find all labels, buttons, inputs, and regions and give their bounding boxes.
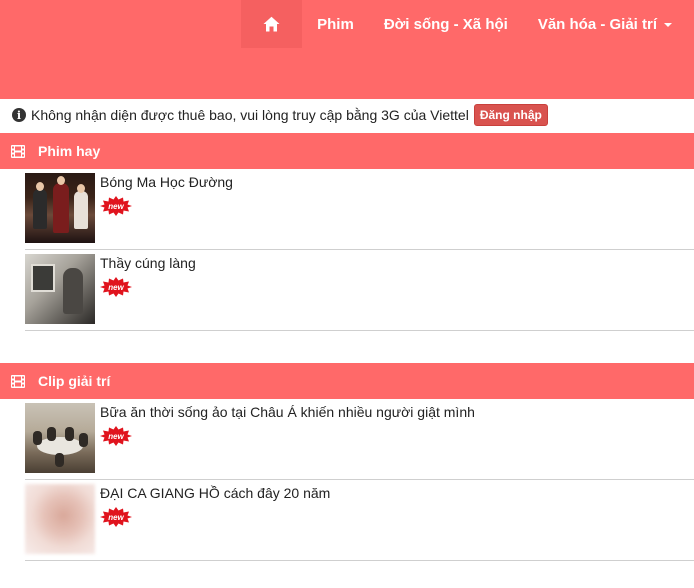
home-icon bbox=[263, 16, 280, 32]
nav-item-doi-song-xa-hoi[interactable]: Đời sống - Xã hội bbox=[369, 0, 523, 48]
nav-item-label: Văn hóa - Giải trí bbox=[537, 15, 657, 33]
section-title: Clip giải trí bbox=[38, 373, 111, 389]
nav-item-label: Phim bbox=[317, 15, 354, 33]
video-thumbnail[interactable] bbox=[25, 403, 95, 473]
badge-label: new bbox=[108, 202, 124, 211]
film-icon bbox=[11, 374, 25, 388]
section-header-phim-hay[interactable]: Phim hay bbox=[0, 133, 694, 169]
list-item[interactable]: Bóng Ma Học Đường new bbox=[25, 170, 694, 250]
chevron-down-icon bbox=[664, 23, 672, 27]
info-icon: i bbox=[12, 108, 26, 122]
section-title: Phim hay bbox=[38, 143, 101, 159]
film-icon bbox=[11, 144, 25, 158]
list-item[interactable]: Bữa ăn thời sống ảo tại Châu Á khiến nhi… bbox=[25, 400, 694, 480]
video-thumbnail[interactable] bbox=[25, 173, 95, 243]
list-item[interactable]: Thầy cúng làng new bbox=[25, 251, 694, 331]
item-title[interactable]: Bóng Ma Học Đường bbox=[100, 174, 233, 191]
section-header-clip-giai-tri[interactable]: Clip giải trí bbox=[0, 363, 694, 399]
item-title[interactable]: ĐẠI CA GIANG HỒ cách đây 20 năm bbox=[100, 485, 330, 502]
subscriber-notice: i Không nhận diện được thuê bao, vui lòn… bbox=[12, 104, 548, 126]
nav-item-label: Đời sống - Xã hội bbox=[383, 15, 508, 33]
badge-label: new bbox=[108, 432, 124, 441]
list-item[interactable]: ĐẠI CA GIANG HỒ cách đây 20 năm new bbox=[25, 481, 694, 561]
new-badge-icon: new bbox=[100, 277, 132, 297]
video-thumbnail[interactable] bbox=[25, 484, 95, 554]
badge-label: new bbox=[108, 283, 124, 292]
login-button[interactable]: Đăng nhập bbox=[473, 104, 548, 126]
new-badge-icon: new bbox=[100, 196, 132, 216]
nav-home[interactable] bbox=[241, 0, 303, 48]
badge-label: new bbox=[108, 513, 124, 522]
item-title[interactable]: Bữa ăn thời sống ảo tại Châu Á khiến nhi… bbox=[100, 404, 475, 421]
item-title[interactable]: Thầy cúng làng bbox=[100, 255, 196, 272]
nav-item-van-hoa-giai-tri[interactable]: Văn hóa - Giải trí bbox=[523, 0, 694, 48]
new-badge-icon: new bbox=[100, 426, 132, 446]
notice-text: Không nhận diện được thuê bao, vui lòng … bbox=[31, 107, 469, 123]
main-nav: Phim Đời sống - Xã hội Văn hóa - Giải tr… bbox=[241, 0, 694, 48]
new-badge-icon: new bbox=[100, 507, 132, 527]
nav-item-phim[interactable]: Phim bbox=[302, 0, 369, 48]
header-bar: Phim Đời sống - Xã hội Văn hóa - Giải tr… bbox=[0, 0, 694, 99]
video-thumbnail[interactable] bbox=[25, 254, 95, 324]
